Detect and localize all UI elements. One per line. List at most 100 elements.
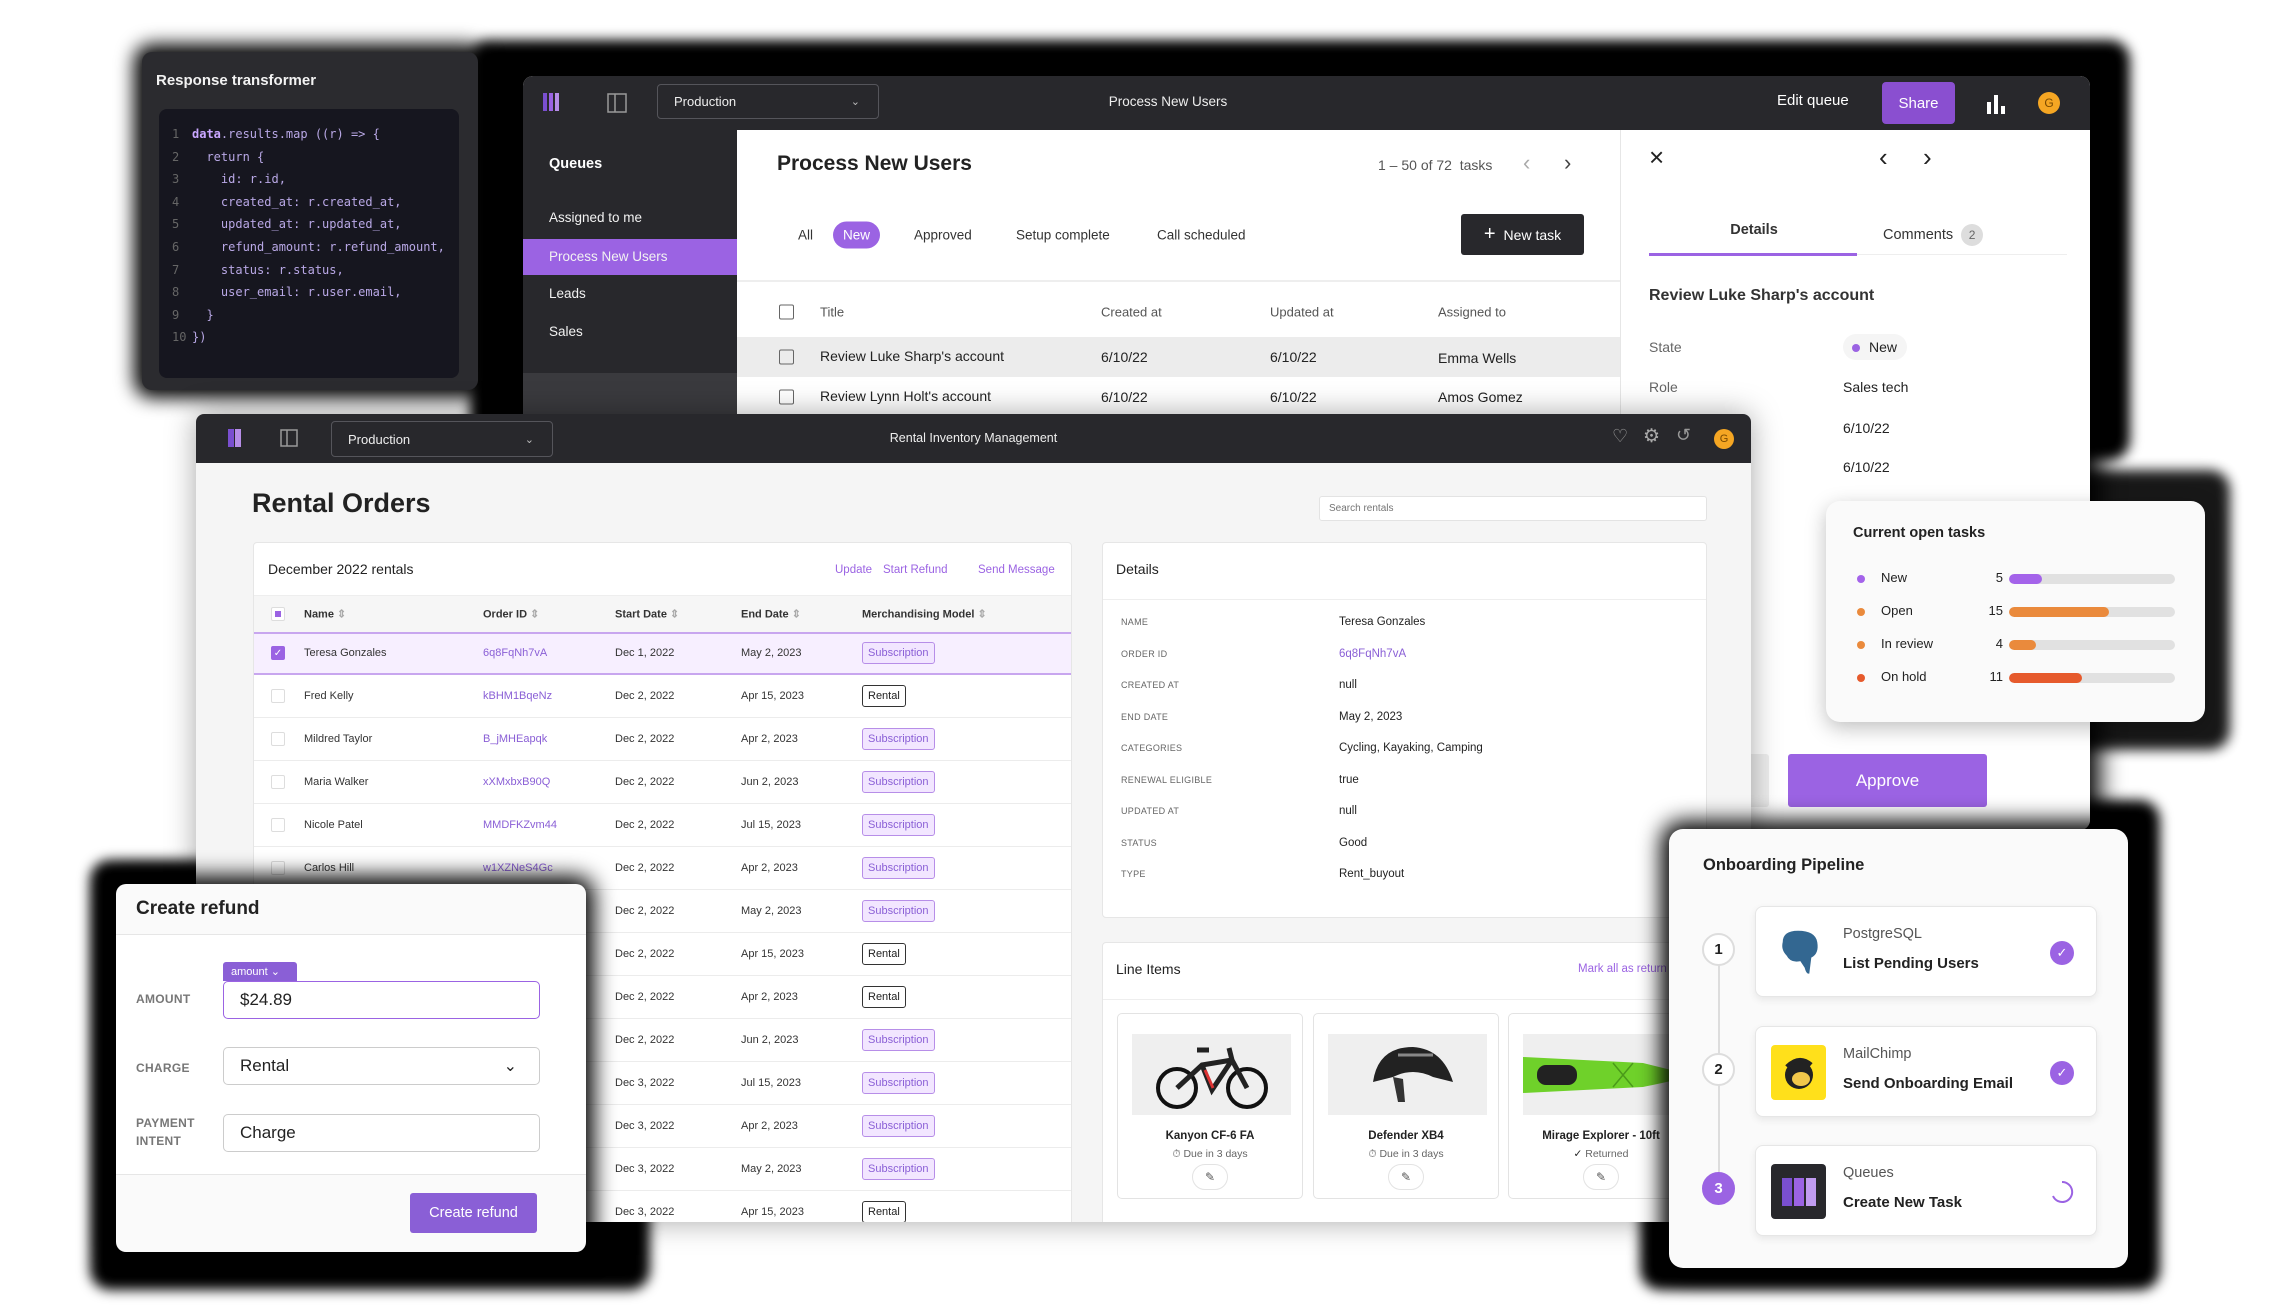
page-title: Process New Users <box>777 152 972 175</box>
end-date: Apr 15, 2023 <box>741 948 804 960</box>
edit-pencil-icon[interactable]: ✎ <box>1583 1164 1619 1190</box>
mark-all-returned-link[interactable]: Mark all as return <box>1578 963 1667 975</box>
end-date: Jun 2, 2023 <box>741 1034 799 1046</box>
approve-button[interactable]: Approve <box>1788 754 1987 807</box>
filter-approved[interactable]: Approved <box>914 228 972 243</box>
row-checkbox[interactable] <box>779 389 794 405</box>
line-item-card[interactable]: Kanyon CF-6 FA ⏱ Due in 3 days ✎ <box>1117 1013 1303 1199</box>
order-id-link[interactable]: B_jMHEapqk <box>483 733 547 745</box>
service-name: MailChimp <box>1843 1046 1912 1062</box>
select-all-checkbox[interactable] <box>779 304 794 320</box>
field-value: 6/10/22 <box>1843 420 1890 436</box>
progress-fill <box>2009 574 2043 584</box>
column-header-end-date[interactable]: End Date ⇕ <box>741 608 801 621</box>
sidebar-item-process-new-users[interactable]: Process New Users <box>523 239 737 275</box>
end-date: May 2, 2023 <box>741 647 802 659</box>
item-name: Kanyon CF-6 FA <box>1165 1130 1255 1142</box>
column-header-assigned[interactable]: Assigned to <box>1438 305 1506 320</box>
filter-all[interactable]: All <box>798 228 813 243</box>
avatar[interactable]: G <box>2038 92 2060 114</box>
row-checkbox[interactable] <box>271 775 285 789</box>
next-task-icon[interactable]: › <box>1923 142 1932 173</box>
close-icon[interactable]: × <box>1649 142 1664 173</box>
pipeline-step-card[interactable]: MailChimp Send Onboarding Email ✓ <box>1755 1026 2097 1117</box>
edit-pencil-icon[interactable]: ✎ <box>1388 1164 1424 1190</box>
start-refund-link[interactable]: Start Refund <box>883 564 948 576</box>
column-header-merchandising-model[interactable]: Merchandising Model ⇕ <box>862 608 987 621</box>
edit-pencil-icon[interactable]: ✎ <box>1192 1164 1228 1190</box>
edit-queue-button[interactable]: Edit queue <box>1777 92 1849 109</box>
sidebar-item-assigned-to-me[interactable]: Assigned to me <box>523 200 737 236</box>
onboarding-pipeline-card: Onboarding Pipeline 1 2 3 PostgreSQL Lis… <box>1669 829 2128 1268</box>
tab-comments[interactable]: Comments 2 <box>1883 224 1984 246</box>
new-task-button[interactable]: + New task <box>1461 214 1584 255</box>
order-id-link[interactable]: MMDFKZvm44 <box>483 819 557 831</box>
column-header-order-id[interactable]: Order ID ⇕ <box>483 608 539 621</box>
column-header-title[interactable]: Title <box>820 305 844 320</box>
update-link[interactable]: Update <box>835 564 872 576</box>
item-status-label: Due in 3 days <box>1183 1148 1248 1160</box>
row-checkbox[interactable] <box>271 732 285 746</box>
filter-call-scheduled[interactable]: Call scheduled <box>1157 228 1246 243</box>
table-row[interactable]: Nicole Patel MMDFKZvm44 Dec 2, 2022 Jul 15,… <box>254 804 1071 847</box>
detail-value-link[interactable]: 6q8FqNh7vA <box>1339 648 1406 660</box>
row-checkbox[interactable] <box>779 349 794 365</box>
row-checkbox[interactable] <box>271 861 285 875</box>
row-checkbox[interactable] <box>271 689 285 703</box>
create-refund-button[interactable]: Create refund <box>410 1193 537 1233</box>
column-header-name[interactable]: Name ⇕ <box>304 608 346 621</box>
search-input[interactable] <box>1319 496 1707 521</box>
table-row[interactable]: ✓ Teresa Gonzales 6q8FqNh7vA Dec 1, 2022 May… <box>254 632 1071 675</box>
status-count: 4 <box>1995 636 2003 651</box>
column-label: Start Date <box>615 608 667 621</box>
modal-title: Create refund <box>136 898 260 919</box>
send-message-link[interactable]: Send Message <box>978 564 1055 576</box>
mailchimp-logo-icon <box>1771 1045 1826 1100</box>
code-text: id: r.id, <box>192 172 286 187</box>
analytics-icon[interactable] <box>1986 94 2006 114</box>
merchandising-model-badge: Rental <box>862 943 906 965</box>
tab-details[interactable]: Details <box>1649 222 1859 238</box>
line-item-card[interactable]: Mirage Explorer - 10ft ✓ Returned ✎ <box>1508 1013 1671 1199</box>
avatar[interactable]: G <box>1714 429 1734 449</box>
table-row[interactable]: Fred Kelly kBHM1BqeNz Dec 2, 2022 Apr 15, 2… <box>254 675 1071 718</box>
amount-input[interactable]: $24.89 <box>223 981 540 1019</box>
column-header-start-date[interactable]: Start Date ⇕ <box>615 608 679 621</box>
line-number: 10 <box>172 330 187 345</box>
table-row[interactable]: Maria Walker xXMxbxB90Q Dec 2, 2022 Jun 2, … <box>254 761 1071 804</box>
row-checkbox[interactable] <box>271 818 285 832</box>
pipeline-step-card[interactable]: Queues Create New Task <box>1755 1145 2097 1236</box>
order-id-link[interactable]: xXMxbxB90Q <box>483 776 550 788</box>
history-icon[interactable]: ↺ <box>1676 425 1691 446</box>
payment-intent-input[interactable]: Charge <box>223 1114 540 1152</box>
payment-intent-label: PAYMENT INTENT <box>136 1116 195 1148</box>
prev-task-icon[interactable]: ‹ <box>1879 142 1888 173</box>
code-line: 8 user_email: r.user.email, <box>172 285 459 308</box>
table-row[interactable]: Mildred Taylor B_jMHEapqk Dec 2, 2022 Apr 2… <box>254 718 1071 761</box>
item-status-label: Returned <box>1585 1148 1629 1160</box>
order-id-link[interactable]: kBHM1BqeNz <box>483 690 552 702</box>
postgresql-logo-icon <box>1771 925 1826 980</box>
share-button[interactable]: Share <box>1882 82 1955 124</box>
prev-page-icon[interactable]: ‹ <box>1523 150 1530 176</box>
filter-setup-complete[interactable]: Setup complete <box>1016 228 1110 243</box>
gear-icon[interactable]: ⚙ <box>1643 425 1660 448</box>
sidebar-heading: Queues <box>549 156 603 172</box>
row-checkbox[interactable]: ✓ <box>271 646 285 660</box>
order-id-link[interactable]: w1XZNeS4Gc <box>483 862 553 874</box>
column-header-updated[interactable]: Updated at <box>1270 305 1334 320</box>
code-editor[interactable]: 1 data.results.map ((r) => {2 return {3 i… <box>159 109 459 378</box>
pipeline-step-card[interactable]: PostgreSQL List Pending Users ✓ <box>1755 906 2097 997</box>
filter-new[interactable]: New <box>833 221 881 249</box>
next-page-icon[interactable]: › <box>1564 150 1571 176</box>
sidebar-item-sales[interactable]: Sales <box>523 314 737 350</box>
select-all-checkbox[interactable] <box>271 607 285 621</box>
amount-variable-tag[interactable]: amount ⌄ <box>223 962 297 981</box>
favorite-heart-icon[interactable]: ♡ <box>1612 426 1628 447</box>
page-title: Rental Orders <box>252 488 431 518</box>
order-id-link[interactable]: 6q8FqNh7vA <box>483 647 547 659</box>
column-header-created[interactable]: Created at <box>1101 305 1162 320</box>
sidebar-item-leads[interactable]: Leads <box>523 276 737 312</box>
line-item-card[interactable]: Defender XB4 ⏱ Due in 3 days ✎ <box>1313 1013 1499 1199</box>
charge-select[interactable]: Rental ⌄ <box>223 1047 540 1085</box>
